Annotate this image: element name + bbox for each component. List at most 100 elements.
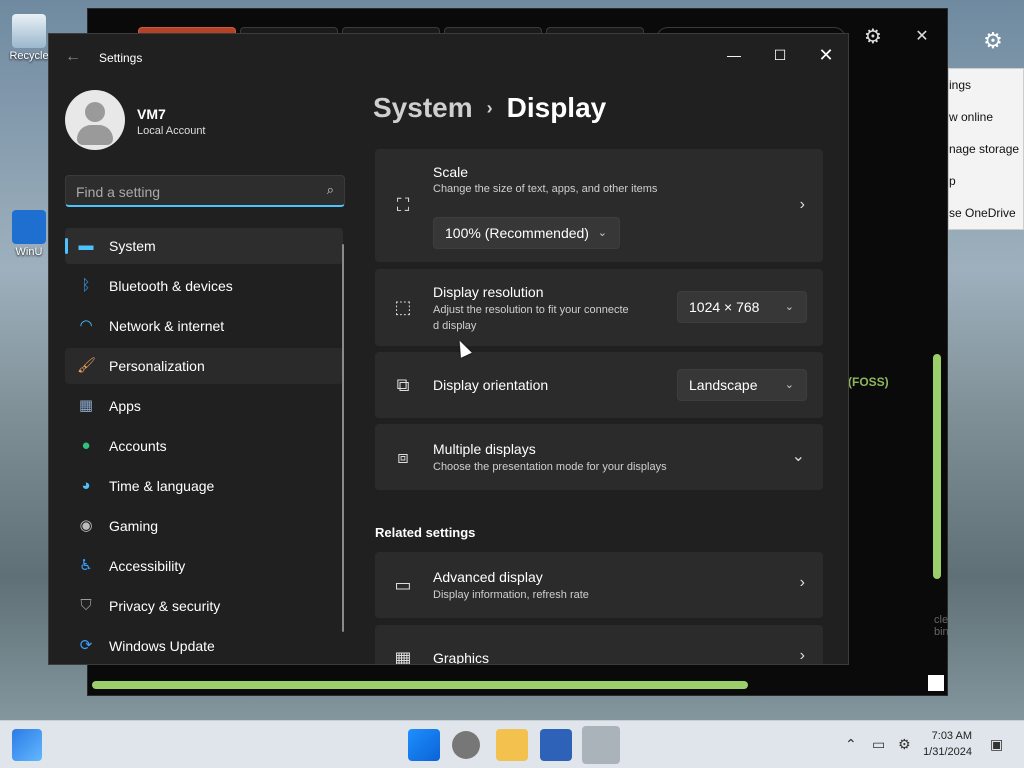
network-icon[interactable]: ▭ — [872, 736, 885, 753]
sidebar-item-label: Gaming — [109, 518, 159, 534]
orientation-dropdown[interactable]: Landscape ⌄ — [677, 369, 807, 401]
onedrive-menu-item[interactable]: w online — [949, 101, 1023, 133]
sidebar-item-accounts[interactable]: ● Accounts — [65, 428, 343, 464]
search-box: ⌕ — [65, 175, 345, 207]
sidebar-item-windows-update[interactable]: ⟳ Windows Update — [65, 628, 343, 664]
sidebar-item-label: System — [109, 238, 156, 254]
scale-card[interactable]: ⛶ Scale Change the size of text, apps, a… — [375, 149, 823, 262]
monitor-icon: ▭ — [394, 575, 412, 595]
sidebar-scrollbar[interactable] — [342, 244, 344, 632]
wifi-icon: ◠ — [79, 317, 93, 334]
onedrive-menu-item[interactable]: p — [949, 165, 1023, 197]
avatar[interactable] — [65, 90, 125, 150]
onedrive-gear-icon[interactable]: ⚙ — [978, 26, 1008, 56]
related-settings-header: Related settings — [375, 525, 476, 540]
sidebar-item-network[interactable]: ◠ Network & internet — [65, 308, 343, 344]
sidebar-item-label: Windows Update — [109, 638, 215, 654]
resolution-value: 1024 × 768 — [689, 299, 760, 315]
sidebar-item-time-language[interactable]: ◕ Time & language — [65, 468, 343, 504]
person-icon: ● — [81, 437, 91, 454]
settings-taskbar-icon[interactable] — [582, 726, 620, 764]
display-orientation-card: ⧉ Display orientation Landscape ⌄ — [375, 352, 823, 418]
onedrive-menu-item[interactable]: nage storage — [949, 133, 1023, 165]
sidebar-item-accessibility[interactable]: ♿ Accessibility — [65, 548, 343, 584]
breadcrumb-separator: › — [486, 97, 493, 118]
title-bar: ← Settings — ☐ ✕ — [49, 34, 848, 82]
sidebar-item-apps[interactable]: ▦ Apps — [65, 388, 343, 424]
start-icon[interactable] — [408, 729, 440, 761]
sidebar-item-label: Privacy & security — [109, 598, 221, 614]
advanced-display-title: Advanced display — [433, 569, 543, 585]
onedrive-menu-item[interactable]: ings — [949, 69, 1023, 101]
resolution-dropdown[interactable]: 1024 × 768 ⌄ — [677, 291, 807, 323]
multiple-displays-icon: ⧈ — [397, 447, 409, 467]
multiple-displays-card[interactable]: ⧈ Multiple displays Choose the presentat… — [375, 424, 823, 490]
onedrive-menu-item[interactable]: se OneDrive — [949, 197, 1023, 229]
clock-date[interactable]: 1/31/2024 — [923, 746, 972, 758]
chevron-down-icon: ⌄ — [597, 227, 607, 239]
graphics-title: Graphics — [433, 650, 490, 665]
resolution-icon: ⬚ — [394, 297, 412, 317]
powershell-icon[interactable] — [540, 729, 572, 761]
advanced-display-card[interactable]: ▭ Advanced display Display information, … — [375, 552, 823, 618]
orientation-title: Display orientation — [433, 377, 549, 393]
close-button[interactable]: ✕ — [803, 40, 848, 70]
brush-icon: 🖌 — [77, 357, 97, 374]
chevron-up-icon[interactable]: ⌃ — [845, 736, 857, 753]
avatar-head — [85, 102, 105, 122]
vertical-scrollbar[interactable] — [933, 354, 941, 579]
search-input[interactable] — [76, 182, 306, 202]
search-icon[interactable]: ⌕ — [327, 182, 334, 198]
horizontal-scrollbar[interactable] — [92, 681, 748, 689]
globe-clock-icon: ◕ — [81, 477, 91, 494]
minimize-button[interactable]: — — [711, 40, 757, 70]
powershell-icon — [12, 210, 46, 244]
clock-time[interactable]: 7:03 AM — [932, 730, 972, 742]
window-title: Settings — [99, 51, 143, 65]
maximize-button[interactable]: ☐ — [757, 40, 803, 70]
recycle-bin-icon — [12, 14, 46, 48]
gamepad-icon: ◉ — [79, 517, 93, 534]
sidebar-item-system[interactable]: ▬ System — [65, 228, 343, 264]
sidebar-item-gaming[interactable]: ◉ Gaming — [65, 508, 343, 544]
back-arrow-icon[interactable]: ← — [65, 48, 81, 66]
scale-subtitle: Change the size of text, apps, and other… — [433, 183, 658, 195]
sidebar-item-label: Network & internet — [109, 318, 225, 334]
orientation-value: Landscape — [689, 377, 758, 393]
settings-gear-icon[interactable]: ⚙ — [898, 736, 911, 753]
winui-label: WinU — [15, 246, 43, 258]
gear-icon[interactable]: ⚙ — [861, 25, 885, 49]
close-icon[interactable]: ✕ — [912, 25, 932, 49]
sidebar-item-privacy[interactable]: ⛉ Privacy & security — [65, 588, 343, 624]
winui-desktop-icon[interactable]: WinU — [6, 210, 52, 258]
update-icon: ⟳ — [79, 637, 93, 654]
recycle-bin-hint: cle bin — [934, 614, 949, 638]
file-explorer-icon[interactable] — [496, 729, 528, 761]
multiple-displays-title: Multiple displays — [433, 441, 536, 457]
chevron-right-icon: › — [799, 574, 805, 591]
scale-title: Scale — [433, 164, 469, 180]
chevron-down-icon: ⌄ — [791, 448, 805, 465]
account-type: Local Account — [137, 125, 206, 137]
sidebar-item-label: Bluetooth & devices — [109, 278, 233, 294]
avatar-body — [77, 125, 113, 145]
widgets-icon[interactable] — [12, 729, 42, 761]
breadcrumb-parent[interactable]: System — [373, 92, 473, 124]
graphics-card[interactable]: ▦ Graphics › — [375, 625, 823, 665]
bluetooth-icon: ᛒ — [81, 277, 91, 294]
chevron-down-icon: ⌄ — [784, 379, 794, 391]
sidebar-item-personalization[interactable]: 🖌 Personalization — [65, 348, 343, 384]
sidebar-item-label: Personalization — [109, 358, 205, 374]
recycle-bin-desktop-icon[interactable]: Recycle — [6, 14, 52, 62]
notification-icon[interactable]: ▣ — [990, 736, 1003, 753]
taskbar: ⌃ ▭ ⚙ 7:03 AM 1/31/2024 ▣ — [0, 720, 1024, 768]
breadcrumb: System › Display — [373, 92, 606, 124]
sidebar-nav: ▬ System ᛒ Bluetooth & devices ◠ Network… — [65, 228, 343, 664]
resize-corner[interactable] — [928, 675, 944, 691]
graphics-icon: ▦ — [394, 648, 412, 665]
resolution-title: Display resolution — [433, 284, 544, 300]
search-icon[interactable] — [452, 731, 480, 759]
sidebar-item-bluetooth[interactable]: ᛒ Bluetooth & devices — [65, 268, 343, 304]
scale-dropdown[interactable]: 100% (Recommended) ⌄ — [433, 217, 620, 249]
apps-icon: ▦ — [78, 397, 94, 414]
